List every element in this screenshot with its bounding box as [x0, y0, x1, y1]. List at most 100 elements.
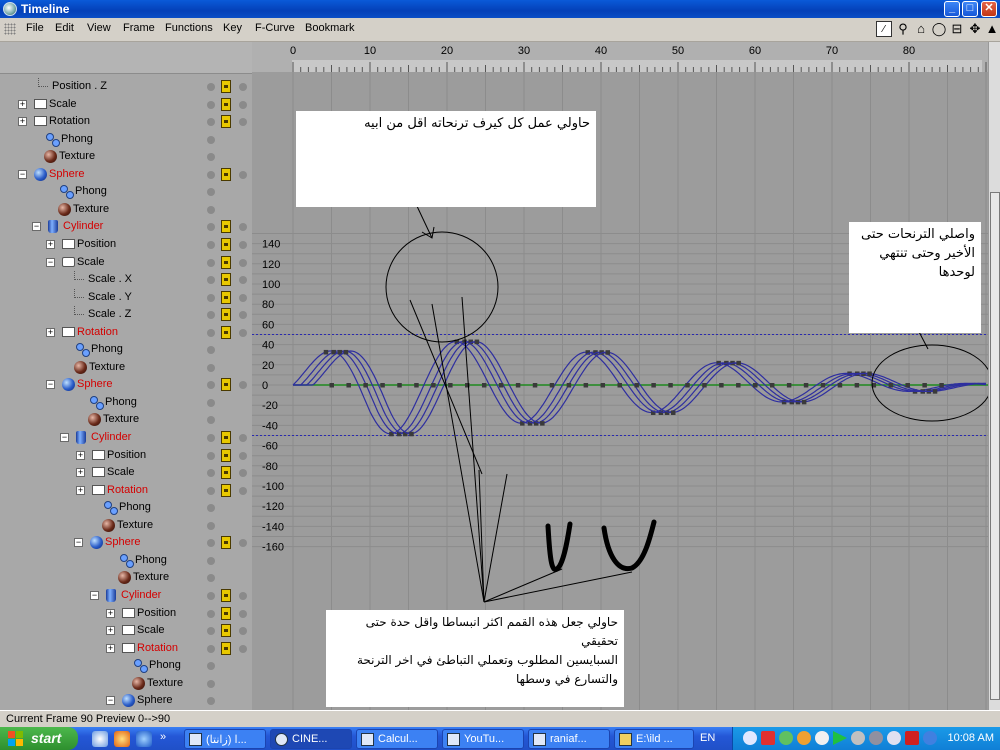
- tray-icon-9[interactable]: [887, 731, 901, 745]
- visibility-dot-icon[interactable]: [207, 240, 215, 249]
- menu-functions[interactable]: Functions: [165, 22, 213, 34]
- visibility-dot-icon[interactable]: [207, 258, 215, 267]
- tree-row[interactable]: Scale . X: [0, 271, 252, 288]
- expand-toggle-icon[interactable]: +: [76, 468, 85, 478]
- keyframe-track-icon[interactable]: [221, 220, 231, 234]
- keyframe-track-icon[interactable]: [221, 273, 231, 287]
- task-button-raniaf[interactable]: raniaf...: [528, 729, 610, 749]
- tree-row[interactable]: − Sphere: [0, 534, 252, 551]
- tree-row[interactable]: − Scale: [0, 254, 252, 271]
- expand-toggle-icon[interactable]: +: [106, 608, 115, 618]
- expand-toggle-icon[interactable]: +: [18, 99, 27, 109]
- visibility-dot-icon[interactable]: [207, 591, 215, 600]
- tree-row[interactable]: Phong: [0, 394, 252, 411]
- keyframe-track-icon[interactable]: [221, 97, 231, 111]
- expand-toggle-icon[interactable]: −: [106, 696, 115, 706]
- keyframe-track-icon[interactable]: [221, 325, 231, 339]
- lock-dot-icon[interactable]: [239, 434, 247, 442]
- visibility-dot-icon[interactable]: [207, 521, 215, 530]
- tree-row[interactable]: Texture: [0, 148, 252, 165]
- speaker-icon[interactable]: [797, 731, 811, 745]
- quicklaunch-more-icon[interactable]: »: [160, 731, 166, 743]
- tray-icon-8[interactable]: [869, 731, 883, 745]
- menu-frame[interactable]: Frame: [123, 22, 155, 34]
- frame-all-icon[interactable]: ◯: [931, 21, 947, 37]
- keyframe-track-icon[interactable]: [221, 80, 231, 93]
- zoom-icon[interactable]: ⚲: [895, 21, 911, 37]
- tree-row[interactable]: + Scale: [0, 96, 252, 113]
- fcurve-mode-icon[interactable]: ⁄: [876, 21, 892, 37]
- visibility-dot-icon[interactable]: [207, 434, 215, 442]
- tree-row[interactable]: Phong: [0, 131, 252, 148]
- expand-toggle-icon[interactable]: +: [106, 626, 115, 636]
- tree-row[interactable]: + Position: [0, 447, 252, 464]
- tree-row[interactable]: Texture: [0, 201, 252, 218]
- lock-dot-icon[interactable]: [239, 539, 247, 548]
- lock-dot-icon[interactable]: [239, 381, 247, 390]
- keyframe-track-icon[interactable]: [221, 588, 231, 602]
- keyframe-track-icon[interactable]: [221, 536, 231, 550]
- lock-dot-icon[interactable]: [239, 311, 247, 320]
- visibility-dot-icon[interactable]: [207, 328, 215, 337]
- lock-dot-icon[interactable]: [239, 486, 247, 495]
- tray-icon-10[interactable]: [905, 731, 919, 745]
- visibility-dot-icon[interactable]: [207, 644, 215, 653]
- play-icon[interactable]: [833, 731, 847, 745]
- expand-toggle-icon[interactable]: +: [46, 239, 55, 249]
- visibility-dot-icon[interactable]: [207, 504, 215, 513]
- menu-edit[interactable]: Edit: [55, 22, 74, 34]
- lock-dot-icon[interactable]: [239, 258, 247, 267]
- visibility-dot-icon[interactable]: [207, 679, 215, 688]
- tree-row[interactable]: − Cylinder: [0, 587, 252, 604]
- quicklaunch-browser-icon[interactable]: [92, 731, 108, 747]
- tree-row[interactable]: Texture: [0, 517, 252, 534]
- tray-icon-11[interactable]: [923, 731, 937, 745]
- visibility-dot-icon[interactable]: [207, 118, 215, 127]
- keyframe-track-icon[interactable]: [221, 290, 231, 304]
- expand-toggle-icon[interactable]: −: [90, 590, 99, 600]
- tree-row[interactable]: Phong: [0, 341, 252, 358]
- keyframe-track-icon[interactable]: [221, 448, 231, 462]
- tree-row[interactable]: Phong: [0, 499, 252, 516]
- visibility-dot-icon[interactable]: [207, 293, 215, 302]
- quicklaunch-firefox-icon[interactable]: [114, 731, 130, 747]
- lock-dot-icon[interactable]: [239, 83, 247, 91]
- keyframe-track-icon[interactable]: [221, 167, 231, 181]
- expand-toggle-icon[interactable]: +: [18, 117, 27, 127]
- tray-icon-7[interactable]: [851, 731, 865, 745]
- tree-row[interactable]: Texture: [0, 675, 252, 692]
- expand-toggle-icon[interactable]: +: [76, 485, 85, 495]
- minimize-button[interactable]: _: [944, 1, 960, 17]
- visibility-dot-icon[interactable]: [207, 469, 215, 478]
- menu-key[interactable]: Key: [223, 22, 242, 34]
- visibility-dot-icon[interactable]: [207, 170, 215, 179]
- visibility-dot-icon[interactable]: [207, 486, 215, 495]
- tray-icon-1[interactable]: [743, 731, 757, 745]
- keyframe-track-icon[interactable]: [221, 431, 231, 444]
- keyframe-track-icon[interactable]: [221, 466, 231, 480]
- expand-toggle-icon[interactable]: −: [18, 169, 27, 179]
- keyframe-track-icon[interactable]: [221, 308, 231, 322]
- lock-dot-icon[interactable]: [239, 118, 247, 127]
- keyframe-track-icon[interactable]: [221, 606, 231, 620]
- quicklaunch-ie-icon[interactable]: [136, 731, 152, 747]
- visibility-dot-icon[interactable]: [207, 363, 215, 372]
- visibility-dot-icon[interactable]: [207, 416, 215, 425]
- expand-toggle-icon[interactable]: −: [32, 222, 41, 232]
- tree-row[interactable]: + Rotation: [0, 482, 252, 499]
- visibility-dot-icon[interactable]: [207, 223, 215, 232]
- visibility-dot-icon[interactable]: [207, 381, 215, 390]
- tree-row[interactable]: Phong: [0, 552, 252, 569]
- visibility-dot-icon[interactable]: [207, 346, 215, 355]
- lock-dot-icon[interactable]: [239, 591, 247, 600]
- tree-row[interactable]: − Sphere: [0, 692, 252, 709]
- keyframe-track-icon[interactable]: [221, 115, 231, 129]
- tray-icon-5[interactable]: [815, 731, 829, 745]
- lock-dot-icon[interactable]: [239, 100, 247, 109]
- visibility-dot-icon[interactable]: [207, 697, 215, 706]
- task-button-youtube[interactable]: YouTu...: [442, 729, 524, 749]
- snap-icon[interactable]: ⊟: [949, 21, 965, 37]
- visibility-dot-icon[interactable]: [207, 83, 215, 91]
- visibility-dot-icon[interactable]: [207, 135, 215, 144]
- tree-row[interactable]: − Cylinder: [0, 429, 252, 446]
